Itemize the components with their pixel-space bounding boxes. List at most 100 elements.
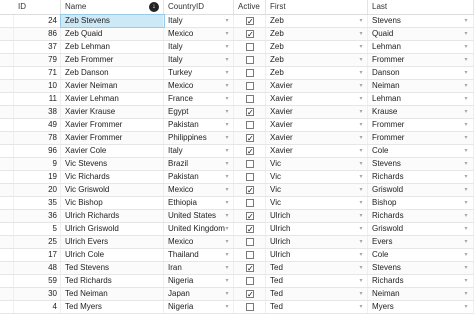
active-checkbox[interactable] bbox=[246, 199, 254, 207]
cell-last[interactable]: Frommer bbox=[368, 132, 474, 144]
country-dropdown-icon[interactable]: ▾ bbox=[222, 41, 232, 53]
active-checkbox[interactable] bbox=[246, 160, 254, 168]
cell-name[interactable]: Ulrich Griswold bbox=[61, 223, 164, 235]
last-dropdown-icon[interactable]: ▾ bbox=[461, 106, 471, 118]
cell-last[interactable]: Lehman bbox=[368, 93, 474, 105]
cell-name[interactable]: Zeb Stevens bbox=[60, 14, 165, 28]
cell-first[interactable]: Ulrich bbox=[266, 236, 368, 248]
first-dropdown-icon[interactable]: ▾ bbox=[356, 119, 366, 131]
last-dropdown-icon[interactable]: ▾ bbox=[461, 171, 471, 183]
cell-id[interactable]: 25 bbox=[14, 236, 61, 248]
cell-name[interactable]: Ulrich Cole bbox=[61, 249, 164, 261]
cell-name[interactable]: Zeb Lehman bbox=[61, 41, 164, 53]
table-row[interactable]: 59 Ted Richards Nigeria ▾ Ted ▾ Richards ▾ bbox=[0, 275, 474, 288]
table-row[interactable]: 24 Zeb Stevens Italy ▾ ✓ Zeb ▾ Stevens ▾ bbox=[0, 14, 474, 28]
active-checkbox[interactable]: ✓ bbox=[246, 290, 254, 299]
table-row[interactable]: 30 Ted Neiman Japan ▾ ✓ Ted ▾ Neiman ▾ bbox=[0, 288, 474, 301]
cell-last[interactable]: Griswold bbox=[368, 184, 474, 196]
cell-last[interactable]: Stevens bbox=[368, 15, 474, 27]
cell-first[interactable]: Xavier bbox=[266, 106, 368, 118]
active-checkbox[interactable] bbox=[246, 82, 254, 90]
cell-id[interactable]: 30 bbox=[14, 288, 61, 300]
last-dropdown-icon[interactable]: ▾ bbox=[461, 262, 471, 274]
cell-name[interactable]: Zeb Quaid bbox=[61, 28, 164, 40]
cell-name[interactable]: Xavier Frommer bbox=[61, 119, 164, 131]
cell-last[interactable]: Danson bbox=[368, 67, 474, 79]
country-dropdown-icon[interactable]: ▾ bbox=[222, 145, 232, 157]
country-dropdown-icon[interactable]: ▾ bbox=[222, 28, 232, 40]
row-indicator[interactable] bbox=[0, 106, 14, 118]
cell-id[interactable]: 5 bbox=[14, 223, 61, 235]
first-dropdown-icon[interactable]: ▾ bbox=[356, 67, 366, 79]
cell-last[interactable]: Cole bbox=[368, 249, 474, 261]
column-header-last[interactable]: Last bbox=[368, 0, 474, 14]
active-checkbox[interactable]: ✓ bbox=[246, 134, 254, 143]
data-grid[interactable]: ID Name ↓ CountryID Active First Last 24… bbox=[0, 0, 474, 317]
cell-first[interactable]: Ulrich bbox=[266, 223, 368, 235]
first-dropdown-icon[interactable]: ▾ bbox=[356, 249, 366, 261]
country-dropdown-icon[interactable]: ▾ bbox=[222, 288, 232, 300]
first-dropdown-icon[interactable]: ▾ bbox=[356, 54, 366, 66]
last-dropdown-icon[interactable]: ▾ bbox=[461, 67, 471, 79]
cell-last[interactable]: Richards bbox=[368, 171, 474, 183]
cell-last[interactable]: Richards bbox=[368, 275, 474, 287]
cell-first[interactable]: Ulrich bbox=[266, 210, 368, 222]
last-dropdown-icon[interactable]: ▾ bbox=[461, 41, 471, 53]
row-indicator[interactable] bbox=[0, 80, 14, 92]
country-dropdown-icon[interactable]: ▾ bbox=[222, 301, 232, 313]
active-checkbox[interactable] bbox=[246, 121, 254, 129]
row-indicator[interactable] bbox=[0, 15, 14, 27]
last-dropdown-icon[interactable]: ▾ bbox=[461, 15, 471, 27]
country-dropdown-icon[interactable]: ▾ bbox=[222, 210, 232, 222]
country-dropdown-icon[interactable]: ▾ bbox=[222, 184, 232, 196]
active-checkbox[interactable] bbox=[246, 251, 254, 259]
cell-id[interactable]: 35 bbox=[14, 197, 61, 209]
first-dropdown-icon[interactable]: ▾ bbox=[356, 93, 366, 105]
row-indicator[interactable] bbox=[0, 67, 14, 79]
active-checkbox[interactable]: ✓ bbox=[246, 225, 254, 234]
cell-first[interactable]: Ted bbox=[266, 262, 368, 274]
table-row[interactable]: 5 Ulrich Griswold United Kingdom ▾ ✓ Ulrich ▾ G… bbox=[0, 223, 474, 236]
cell-first[interactable]: Zeb bbox=[266, 67, 368, 79]
cell-first[interactable]: Vic bbox=[266, 158, 368, 170]
cell-name[interactable]: Vic Stevens bbox=[61, 158, 164, 170]
last-dropdown-icon[interactable]: ▾ bbox=[461, 210, 471, 222]
table-row[interactable]: 71 Zeb Danson Turkey ▾ Zeb ▾ Danson ▾ bbox=[0, 67, 474, 80]
first-dropdown-icon[interactable]: ▾ bbox=[356, 158, 366, 170]
row-indicator[interactable] bbox=[0, 93, 14, 105]
row-indicator[interactable] bbox=[0, 262, 14, 274]
table-row[interactable]: 49 Xavier Frommer Pakistan ▾ Xavier ▾ Frommer ▾ bbox=[0, 119, 474, 132]
cell-id[interactable]: 20 bbox=[14, 184, 61, 196]
cell-id[interactable]: 10 bbox=[14, 80, 61, 92]
cell-name[interactable]: Vic Bishop bbox=[61, 197, 164, 209]
table-row[interactable]: 86 Zeb Quaid Mexico ▾ ✓ Zeb ▾ Quaid ▾ bbox=[0, 28, 474, 41]
last-dropdown-icon[interactable]: ▾ bbox=[461, 275, 471, 287]
first-dropdown-icon[interactable]: ▾ bbox=[356, 223, 366, 235]
cell-name[interactable]: Ulrich Evers bbox=[61, 236, 164, 248]
country-dropdown-icon[interactable]: ▾ bbox=[222, 197, 232, 209]
column-header-country[interactable]: CountryID bbox=[164, 0, 234, 14]
cell-name[interactable]: Vic Richards bbox=[61, 171, 164, 183]
cell-last[interactable]: Neiman bbox=[368, 288, 474, 300]
row-indicator[interactable] bbox=[0, 249, 14, 261]
country-dropdown-icon[interactable]: ▾ bbox=[222, 93, 232, 105]
cell-first[interactable]: Xavier bbox=[266, 119, 368, 131]
cell-last[interactable]: Stevens bbox=[368, 262, 474, 274]
first-dropdown-icon[interactable]: ▾ bbox=[356, 210, 366, 222]
row-indicator[interactable] bbox=[0, 275, 14, 287]
table-row[interactable]: 38 Xavier Krause Egypt ▾ ✓ Xavier ▾ Krause ▾ bbox=[0, 106, 474, 119]
row-indicator[interactable] bbox=[0, 41, 14, 53]
country-dropdown-icon[interactable]: ▾ bbox=[222, 262, 232, 274]
cell-last[interactable]: Richards bbox=[368, 210, 474, 222]
active-checkbox[interactable]: ✓ bbox=[246, 147, 254, 156]
first-dropdown-icon[interactable]: ▾ bbox=[356, 145, 366, 157]
row-indicator[interactable] bbox=[0, 132, 14, 144]
cell-name[interactable]: Ulrich Richards bbox=[61, 210, 164, 222]
last-dropdown-icon[interactable]: ▾ bbox=[461, 158, 471, 170]
last-dropdown-icon[interactable]: ▾ bbox=[461, 80, 471, 92]
last-dropdown-icon[interactable]: ▾ bbox=[461, 301, 471, 313]
last-dropdown-icon[interactable]: ▾ bbox=[461, 236, 471, 248]
cell-name[interactable]: Xavier Lehman bbox=[61, 93, 164, 105]
first-dropdown-icon[interactable]: ▾ bbox=[356, 288, 366, 300]
cell-first[interactable]: Vic bbox=[266, 184, 368, 196]
